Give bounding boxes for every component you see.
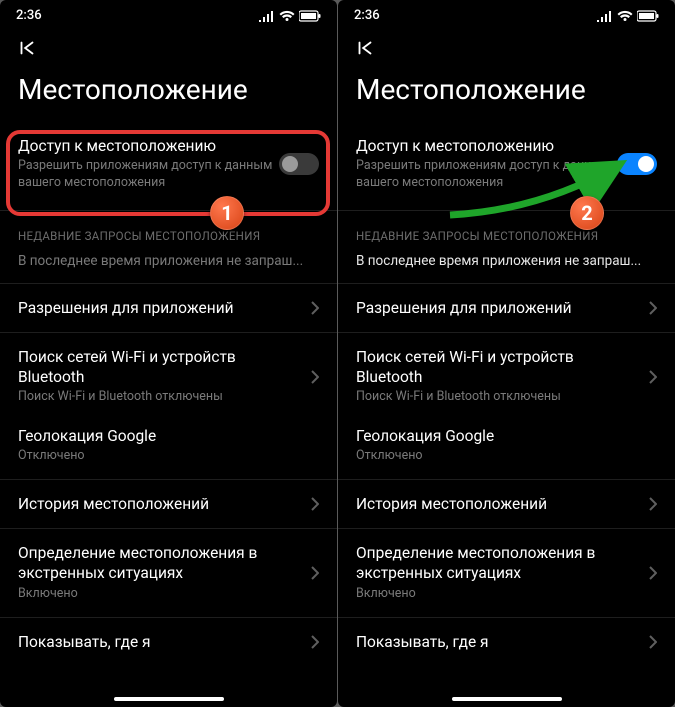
- row-title: Поиск сетей Wi-Fi и устройств Bluetooth: [356, 347, 641, 387]
- row-title: Определение местоположения в экстренных …: [18, 543, 303, 583]
- location-access-sub: Разрешить приложениям доступ к данным ва…: [18, 158, 279, 192]
- location-access-row[interactable]: Доступ к местоположению Разрешить прилож…: [338, 126, 675, 210]
- status-time: 2:36: [354, 8, 380, 23]
- location-access-title: Доступ к местоположению: [18, 136, 279, 156]
- status-time: 2:36: [16, 8, 42, 23]
- chevron-right-icon: [649, 497, 657, 511]
- signal-icon: [259, 10, 275, 22]
- show-where-row[interactable]: Показывать, где я: [0, 618, 337, 666]
- status-bar: 2:36: [0, 0, 337, 27]
- row-title: История местоположений: [356, 494, 641, 514]
- row-sub: Включено: [356, 586, 641, 603]
- location-history-row[interactable]: История местоположений: [338, 480, 675, 528]
- location-history-row[interactable]: История местоположений: [0, 480, 337, 528]
- back-icon[interactable]: [16, 37, 38, 59]
- phone-left: 2:36 Местоположение Доступ к местоположе…: [0, 0, 337, 707]
- emergency-location-row[interactable]: Определение местоположения в экстренных …: [0, 529, 337, 616]
- chevron-right-icon: [649, 301, 657, 315]
- nav-row: [0, 27, 337, 69]
- battery-icon: [299, 10, 321, 22]
- google-location-row[interactable]: Геолокация Google Отключено: [338, 420, 675, 479]
- chevron-right-icon: [649, 635, 657, 649]
- row-sub: Отключено: [356, 448, 657, 465]
- step-badge-1: 1: [210, 196, 244, 230]
- status-icons: [597, 10, 659, 22]
- row-title: Определение местоположения в экстренных …: [356, 543, 641, 583]
- chevron-right-icon: [649, 370, 657, 384]
- emergency-location-row[interactable]: Определение местоположения в экстренных …: [338, 529, 675, 616]
- signal-icon: [597, 10, 613, 22]
- chevron-right-icon: [311, 635, 319, 649]
- recent-section-header: НЕДАВНИЕ ЗАПРОСЫ МЕСТОПОЛОЖЕНИЯ: [0, 211, 337, 253]
- recent-section-header: НЕДАВНИЕ ЗАПРОСЫ МЕСТОПОЛОЖЕНИЯ: [338, 211, 675, 253]
- row-title: Показывать, где я: [18, 632, 303, 652]
- home-indicator[interactable]: [452, 697, 562, 701]
- row-title: Поиск сетей Wi-Fi и устройств Bluetooth: [18, 347, 303, 387]
- back-icon[interactable]: [354, 37, 376, 59]
- location-access-sub: Разрешить приложениям доступ к данным ва…: [356, 158, 617, 192]
- chevron-right-icon: [311, 370, 319, 384]
- chevron-right-icon: [311, 566, 319, 580]
- chevron-right-icon: [311, 301, 319, 315]
- wifi-bt-scan-row[interactable]: Поиск сетей Wi-Fi и устройств Bluetooth …: [338, 333, 675, 420]
- wifi-icon: [617, 10, 633, 22]
- show-where-row[interactable]: Показывать, где я: [338, 618, 675, 666]
- row-title: Разрешения для приложений: [356, 298, 641, 318]
- wifi-icon: [279, 10, 295, 22]
- row-sub: Поиск Wi-Fi и Bluetooth отключены: [18, 389, 303, 406]
- app-permissions-row[interactable]: Разрешения для приложений: [0, 284, 337, 332]
- location-access-toggle[interactable]: [617, 153, 657, 175]
- row-title: Разрешения для приложений: [18, 298, 303, 318]
- location-access-title: Доступ к местоположению: [356, 136, 617, 156]
- home-indicator[interactable]: [114, 697, 224, 701]
- row-title: Геолокация Google: [356, 426, 657, 446]
- row-title: Показывать, где я: [356, 632, 641, 652]
- step-badge-2: 2: [570, 196, 604, 230]
- google-location-row[interactable]: Геолокация Google Отключено: [0, 420, 337, 479]
- nav-row: [338, 27, 675, 69]
- wifi-bt-scan-row[interactable]: Поиск сетей Wi-Fi и устройств Bluetooth …: [0, 333, 337, 420]
- row-sub: Поиск Wi-Fi и Bluetooth отключены: [356, 389, 641, 406]
- recent-section-note: В последнее время приложения не запраш..…: [338, 253, 675, 283]
- status-icons: [259, 10, 321, 22]
- row-title: Геолокация Google: [18, 426, 319, 446]
- phone-right: 2:36 Местоположение Доступ к местоположе…: [338, 0, 675, 707]
- location-access-toggle[interactable]: [279, 153, 319, 175]
- app-permissions-row[interactable]: Разрешения для приложений: [338, 284, 675, 332]
- row-sub: Отключено: [18, 448, 319, 465]
- location-access-row[interactable]: Доступ к местоположению Разрешить прилож…: [0, 126, 337, 210]
- status-bar: 2:36: [338, 0, 675, 27]
- chevron-right-icon: [649, 566, 657, 580]
- row-sub: Включено: [18, 586, 303, 603]
- battery-icon: [637, 10, 659, 22]
- recent-section-note: В последнее время приложения не запраш..…: [0, 253, 337, 283]
- page-title: Местоположение: [0, 69, 337, 126]
- chevron-right-icon: [311, 497, 319, 511]
- page-title: Местоположение: [338, 69, 675, 126]
- row-title: История местоположений: [18, 494, 303, 514]
